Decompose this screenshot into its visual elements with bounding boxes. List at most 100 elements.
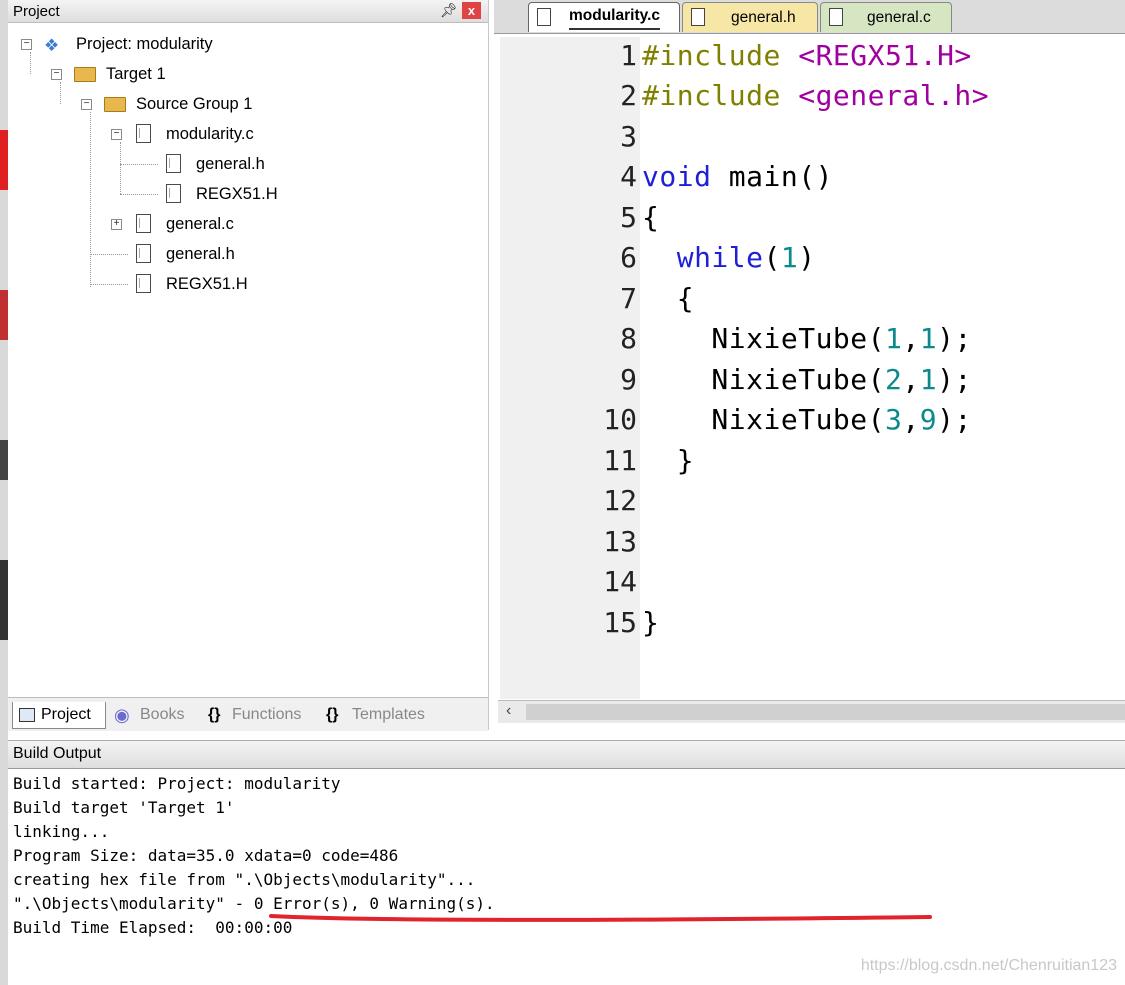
tree-item-regx51[interactable]: REGX51.H (8, 273, 478, 295)
tree-item-target[interactable]: − Target 1 (8, 63, 478, 85)
build-log-line: Build Time Elapsed: 00:00:00 (13, 918, 293, 937)
tab-label: Functions (232, 706, 302, 723)
books-icon: ◉ (114, 705, 130, 725)
tab-label: modularity.c (569, 3, 661, 30)
line-number: 9 (620, 363, 637, 396)
tree-item-label: Target 1 (106, 65, 166, 83)
red-underline-annotation (269, 914, 932, 922)
h-file-icon (166, 184, 181, 203)
tree-item-general-h[interactable]: general.h (8, 243, 478, 265)
line-number: 3 (620, 120, 637, 153)
code-line-10[interactable]: NixieTube(3,9); (642, 403, 972, 436)
tree-item-source-group[interactable]: − Source Group 1 (8, 93, 478, 115)
c-file-icon (537, 8, 551, 26)
line-number: 12 (603, 484, 637, 517)
tab-books[interactable]: ◉ Books (112, 702, 194, 728)
expand-toggle-icon[interactable]: + (111, 219, 122, 230)
project-panel-header: Project 📌︎ x (8, 0, 488, 23)
build-log-line: Build started: Project: modularity (13, 774, 341, 793)
tree-item-label: Source Group 1 (136, 95, 253, 113)
tree-item-regx51-include[interactable]: REGX51.H (8, 183, 478, 205)
watermark: https://blog.csdn.net/Chenruitian123 (860, 957, 1117, 974)
tab-label: Project (41, 706, 91, 723)
project-panel: Project 📌︎ x − ❖ Project: modularity − T… (8, 0, 489, 730)
code-line-6[interactable]: while(1) (642, 241, 816, 274)
tab-general-h[interactable]: general.h (682, 2, 818, 32)
tree-item-label: REGX51.H (196, 185, 278, 203)
h-file-icon (136, 244, 151, 263)
tree-item-label: Project: modularity (76, 35, 213, 53)
build-output-header: Build Output (8, 740, 1125, 769)
h-file-icon (136, 274, 151, 293)
line-number: 2 (620, 79, 637, 112)
code-line-15[interactable]: } (642, 606, 659, 639)
code-line-1[interactable]: #include <REGX51.H> (642, 39, 972, 72)
collapse-toggle-icon[interactable]: − (51, 69, 62, 80)
horizontal-scrollbar[interactable]: ‹ (498, 700, 1125, 723)
code-line-4[interactable]: void main() (642, 160, 833, 193)
collapse-toggle-icon[interactable]: − (81, 99, 92, 110)
collapse-toggle-icon[interactable]: − (111, 129, 122, 140)
tab-label: Templates (352, 706, 425, 723)
project-panel-title: Project (13, 3, 60, 20)
project-tab-icon (19, 708, 35, 722)
code-line-9[interactable]: NixieTube(2,1); (642, 363, 972, 396)
line-number: 7 (620, 282, 637, 315)
pin-icon[interactable]: 📌︎ (440, 2, 458, 19)
braces-icon: {} (208, 706, 221, 723)
tree-item-label: general.c (166, 215, 234, 233)
line-number: 5 (620, 201, 637, 234)
tree-item-label: REGX51.H (166, 275, 248, 293)
build-log-line: Program Size: data=35.0 xdata=0 code=486 (13, 846, 399, 865)
build-log-line: creating hex file from ".\Objects\modula… (13, 870, 476, 889)
tree-item-label: modularity.c (166, 125, 254, 143)
tab-project[interactable]: Project (12, 702, 106, 729)
tree-item-label: general.h (196, 155, 265, 173)
build-log-line: Build target 'Target 1' (13, 798, 235, 817)
templates-icon: {} (326, 706, 339, 723)
folder-icon (104, 97, 126, 112)
line-number: 13 (603, 525, 637, 558)
close-panel-button[interactable]: x (462, 2, 481, 19)
tree-item-general-h-include[interactable]: general.h (8, 153, 478, 175)
c-file-icon (136, 214, 151, 233)
tab-label: general.c (867, 9, 931, 26)
build-output-panel: Build Output Build started: Project: mod… (8, 740, 1125, 985)
tree-item-modularity-c[interactable]: − modularity.c (8, 123, 478, 145)
tree-item-general-c[interactable]: + general.c (8, 213, 478, 235)
line-number: 8 (620, 322, 637, 355)
tab-templates[interactable]: {} Templates (322, 702, 442, 728)
scrollbar-thumb[interactable] (526, 704, 1125, 720)
code-line-8[interactable]: NixieTube(1,1); (642, 322, 972, 355)
line-number: 11 (603, 444, 637, 477)
target-icon (74, 67, 96, 82)
code-line-5[interactable]: { (642, 201, 659, 234)
project-panel-tabs: Project ◉ Books {} Functions {} Template… (8, 697, 488, 731)
c-file-icon (136, 124, 151, 143)
code-line-2[interactable]: #include <general.h> (642, 79, 989, 112)
collapse-toggle-icon[interactable]: − (21, 39, 32, 50)
editor-tab-bar: modularity.c general.h general.c (494, 0, 1125, 34)
tab-modularity-c[interactable]: modularity.c (528, 2, 680, 32)
chevron-left-icon[interactable]: ‹ (506, 702, 511, 720)
build-log-line: linking... (13, 822, 110, 841)
line-number: 15 (603, 606, 637, 639)
tab-functions[interactable]: {} Functions (204, 702, 314, 728)
code-editor: modularity.c general.h general.c 1 2 3 4… (494, 0, 1125, 730)
background-desktop-strip (0, 0, 8, 985)
line-number: 6 (620, 241, 637, 274)
c-file-icon (829, 8, 843, 26)
line-number: 4 (620, 160, 637, 193)
tab-label: general.h (731, 9, 796, 26)
tree-item-project[interactable]: − ❖ Project: modularity (8, 33, 478, 55)
tree-item-label: general.h (166, 245, 235, 263)
code-line-7[interactable]: { (642, 282, 694, 315)
tab-label: Books (140, 706, 185, 723)
code-line-11[interactable]: } (642, 444, 694, 477)
tab-general-c[interactable]: general.c (820, 2, 952, 32)
line-number: 14 (603, 565, 637, 598)
project-icon: ❖ (44, 36, 60, 55)
line-number: 10 (603, 403, 637, 436)
build-output-title: Build Output (13, 745, 102, 762)
line-number: 1 (620, 39, 637, 72)
